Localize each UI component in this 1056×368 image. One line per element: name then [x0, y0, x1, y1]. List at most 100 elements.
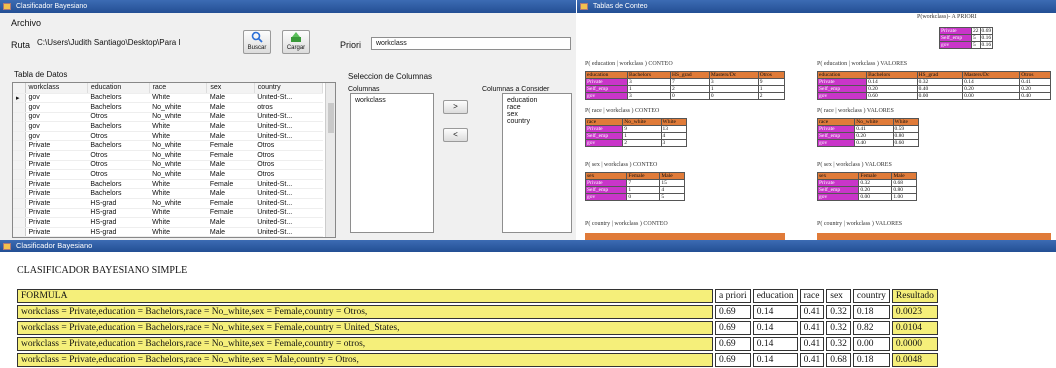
grid-cell[interactable]: gov — [25, 102, 88, 113]
grid-cell[interactable]: gov — [25, 121, 88, 132]
grid-cell[interactable]: Bachelors — [87, 140, 150, 152]
grid-cell[interactable]: gov — [25, 93, 88, 104]
grid-cell[interactable]: Female — [206, 150, 255, 161]
grid-cell[interactable]: Bachelors — [87, 102, 150, 113]
list-item[interactable]: education — [503, 97, 571, 104]
table-row[interactable]: Private Otros No_white Male Otros — [13, 160, 323, 171]
grid-cell[interactable]: Female — [206, 208, 255, 219]
move-right-button[interactable]: > — [443, 100, 468, 114]
grid-cell[interactable]: United-St... — [254, 131, 323, 142]
table-row[interactable]: Private Otros No_white Female Otros — [13, 150, 323, 161]
grid-cell[interactable]: Female — [206, 140, 255, 152]
grid-cell[interactable]: White — [149, 227, 207, 237]
table-row[interactable]: ▸ gov Bachelors White Male United-St... — [13, 93, 323, 104]
grid-cell[interactable]: Male — [206, 188, 255, 200]
grid-cell[interactable]: Male — [206, 121, 255, 132]
grid-cell[interactable]: otros — [254, 102, 323, 113]
considerar-listbox[interactable]: education race sex country — [502, 93, 572, 233]
grid-cell[interactable]: No_white — [149, 102, 207, 113]
grid-cell[interactable]: Male — [206, 217, 255, 228]
data-grid[interactable]: workclass education race sex country ▸ go… — [12, 82, 336, 238]
grid-cell[interactable]: Private — [25, 160, 88, 171]
grid-cell[interactable]: United-St... — [254, 217, 323, 228]
grid-cell[interactable]: Bachelors — [87, 121, 150, 132]
grid-cell[interactable]: Private — [25, 188, 88, 200]
grid-cell[interactable]: Male — [206, 102, 255, 113]
move-left-button[interactable]: < — [443, 128, 468, 142]
grid-cell[interactable]: White — [149, 217, 207, 228]
buscar-button[interactable]: Buscar — [243, 30, 271, 54]
table-row[interactable]: Private HS-grad No_white Female United-St... — [13, 198, 323, 209]
grid-cell[interactable]: White — [149, 121, 207, 132]
grid-cell[interactable]: Otros — [87, 150, 150, 161]
grid-cell[interactable]: No_white — [149, 169, 207, 180]
grid-cell[interactable]: HS-grad — [87, 198, 150, 209]
grid-cell[interactable]: White — [149, 208, 207, 219]
grid-header-cell[interactable]: race — [149, 83, 208, 94]
grid-cell[interactable]: HS-grad — [87, 217, 150, 228]
grid-cell[interactable]: Otros — [254, 140, 323, 152]
grid-cell[interactable]: United-St... — [254, 198, 323, 209]
grid-cell[interactable]: Male — [206, 112, 255, 123]
grid-cell[interactable]: Private — [25, 140, 88, 152]
grid-cell[interactable]: White — [149, 131, 207, 142]
grid-cell[interactable]: No_white — [149, 160, 207, 171]
grid-cell[interactable]: Female — [206, 179, 255, 190]
columnas-listbox[interactable]: workclass — [350, 93, 434, 233]
grid-cell[interactable]: Bachelors — [87, 179, 150, 190]
table-row[interactable]: Private HS-grad White Female United-St... — [13, 208, 323, 219]
grid-cell[interactable]: gov — [25, 112, 88, 123]
grid-cell[interactable]: Otros — [254, 150, 323, 161]
grid-cell[interactable]: No_white — [149, 112, 207, 123]
table-row[interactable]: gov Bachelors No_white Male otros — [13, 102, 323, 113]
table-row[interactable]: gov Bachelors White Male United-St... — [13, 121, 323, 132]
list-item[interactable]: sex — [503, 111, 571, 118]
grid-cell[interactable]: Male — [206, 169, 255, 180]
grid-cell[interactable]: No_white — [149, 150, 207, 161]
grid-cell[interactable]: Male — [206, 93, 255, 104]
list-item[interactable]: workclass — [351, 97, 433, 104]
ruta-field[interactable]: C:\Users\Judith Santiago\Desktop\Para I — [34, 35, 234, 51]
grid-cell[interactable]: Private — [25, 150, 88, 161]
priori-select[interactable]: workclass — [371, 37, 571, 50]
table-row[interactable]: gov Otros White Male United-St... — [13, 131, 323, 142]
grid-cell[interactable]: Private — [25, 227, 88, 237]
grid-header-cell[interactable]: sex — [206, 83, 255, 94]
grid-header-cell[interactable]: workclass — [25, 83, 88, 94]
list-item[interactable]: race — [503, 104, 571, 111]
table-row[interactable]: gov Otros No_white Male United-St... — [13, 112, 323, 123]
grid-cell[interactable]: United-St... — [254, 93, 323, 104]
table-row[interactable]: Private Otros No_white Male Otros — [13, 169, 323, 180]
grid-cell[interactable]: No_white — [149, 198, 207, 209]
grid-cell[interactable]: Otros — [87, 112, 150, 123]
grid-cell[interactable]: No_white — [149, 140, 207, 152]
grid-cell[interactable]: Otros — [254, 160, 323, 171]
table-row[interactable]: Private HS-grad White Male United-St... — [13, 227, 323, 237]
grid-cell[interactable]: White — [149, 179, 207, 190]
grid-cell[interactable]: Male — [206, 131, 255, 142]
grid-cell[interactable]: Private — [25, 169, 88, 180]
grid-cell[interactable]: gov — [25, 131, 88, 142]
grid-cell[interactable]: Otros — [87, 131, 150, 142]
grid-cell[interactable]: Private — [25, 179, 88, 190]
grid-cell[interactable]: Male — [206, 160, 255, 171]
grid-cell[interactable]: United-St... — [254, 112, 323, 123]
table-row[interactable]: Private Bachelors White Female United-St... — [13, 179, 323, 190]
scroll-thumb[interactable] — [328, 103, 334, 133]
grid-cell[interactable]: White — [149, 93, 207, 104]
grid-cell[interactable]: United-St... — [254, 179, 323, 190]
grid-cell[interactable]: United-St... — [254, 208, 323, 219]
grid-cell[interactable]: Bachelors — [87, 188, 150, 200]
grid-cell[interactable]: United-St... — [254, 188, 323, 200]
grid-cell[interactable]: United-St... — [254, 121, 323, 132]
grid-cell[interactable]: Private — [25, 198, 88, 209]
grid-cell[interactable]: HS-grad — [87, 208, 150, 219]
grid-cell[interactable]: Otros — [254, 169, 323, 180]
grid-cell[interactable]: Female — [206, 198, 255, 209]
grid-cell[interactable]: United-St... — [254, 227, 323, 237]
grid-cell[interactable]: Otros — [87, 160, 150, 171]
table-row[interactable]: Private Bachelors No_white Female Otros — [13, 140, 323, 152]
grid-cell[interactable]: Private — [25, 208, 88, 219]
grid-scrollbar[interactable] — [325, 83, 335, 237]
grid-cell[interactable]: Otros — [87, 169, 150, 180]
